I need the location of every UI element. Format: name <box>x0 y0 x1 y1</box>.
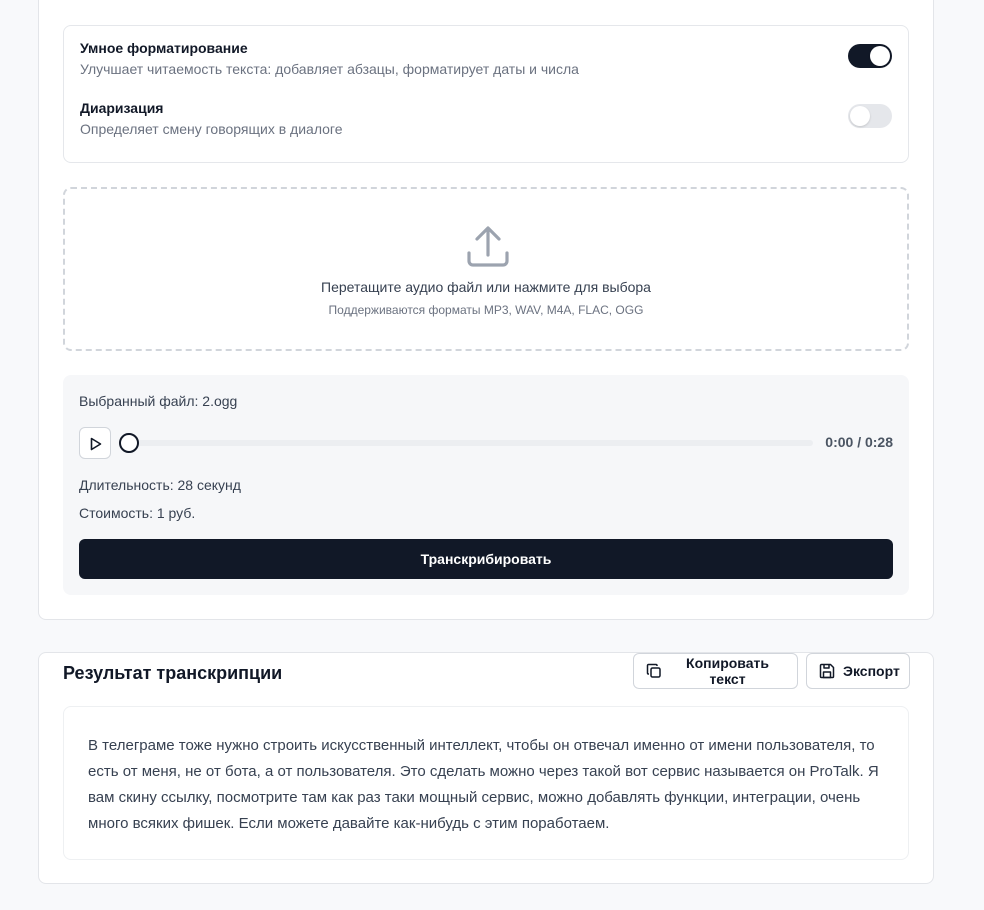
copy-text-label: Копировать текст <box>686 655 769 687</box>
dropzone-title: Перетащите аудио файл или нажмите для вы… <box>321 279 651 295</box>
audio-player: 0:00 / 0:28 <box>79 427 893 459</box>
settings-card: Умное форматирование Улучшает читаемость… <box>38 0 934 620</box>
selected-file-panel: Выбранный файл: 2.ogg 0:00 / 0:28 Длител… <box>63 375 909 595</box>
copy-text-button[interactable]: Копировать текст <box>633 653 798 689</box>
option-description: Улучшает читаемость текста: добавляет аб… <box>80 61 579 77</box>
save-icon <box>819 663 835 679</box>
transcribe-button[interactable]: Транскрибировать <box>79 539 893 579</box>
progress-thumb[interactable] <box>119 433 139 453</box>
option-diarization: Диаризация Определяет смену говорящих в … <box>80 98 892 142</box>
options-panel: Умное форматирование Улучшает читаемость… <box>63 25 909 163</box>
toggle-knob <box>850 106 870 126</box>
result-card: Результат транскрипции Копировать текст … <box>38 652 934 884</box>
export-button[interactable]: Экспорт <box>806 653 910 689</box>
duration-label: Длительность: 28 секунд <box>79 477 241 493</box>
selected-file-label: Выбранный файл: 2.ogg <box>79 393 238 409</box>
copy-icon <box>646 663 661 678</box>
toggle-knob <box>870 46 890 66</box>
dropzone-subtitle: Поддерживаются форматы MP3, WAV, M4A, FL… <box>328 303 644 317</box>
smart-formatting-toggle[interactable] <box>848 44 892 68</box>
progress-track[interactable] <box>119 440 813 446</box>
transcription-text: В телеграме тоже нужно строить искусстве… <box>88 737 879 832</box>
option-description: Определяет смену говорящих в диалоге <box>80 121 343 137</box>
audio-dropzone[interactable]: Перетащите аудио файл или нажмите для вы… <box>63 187 909 351</box>
option-title: Диаризация <box>80 100 164 116</box>
cost-label: Стоимость: 1 руб. <box>79 505 196 521</box>
option-title: Умное форматирование <box>80 40 248 56</box>
result-title: Результат транскрипции <box>63 663 283 683</box>
export-label: Экспорт <box>843 663 900 679</box>
play-icon <box>90 437 102 451</box>
diarization-toggle[interactable] <box>848 104 892 128</box>
transcription-result-box: В телеграме тоже нужно строить искусстве… <box>63 706 909 860</box>
play-button[interactable] <box>79 427 111 459</box>
upload-icon <box>467 226 509 267</box>
time-display: 0:00 / 0:28 <box>825 434 893 450</box>
option-smart-formatting: Умное форматирование Улучшает читаемость… <box>80 38 892 82</box>
